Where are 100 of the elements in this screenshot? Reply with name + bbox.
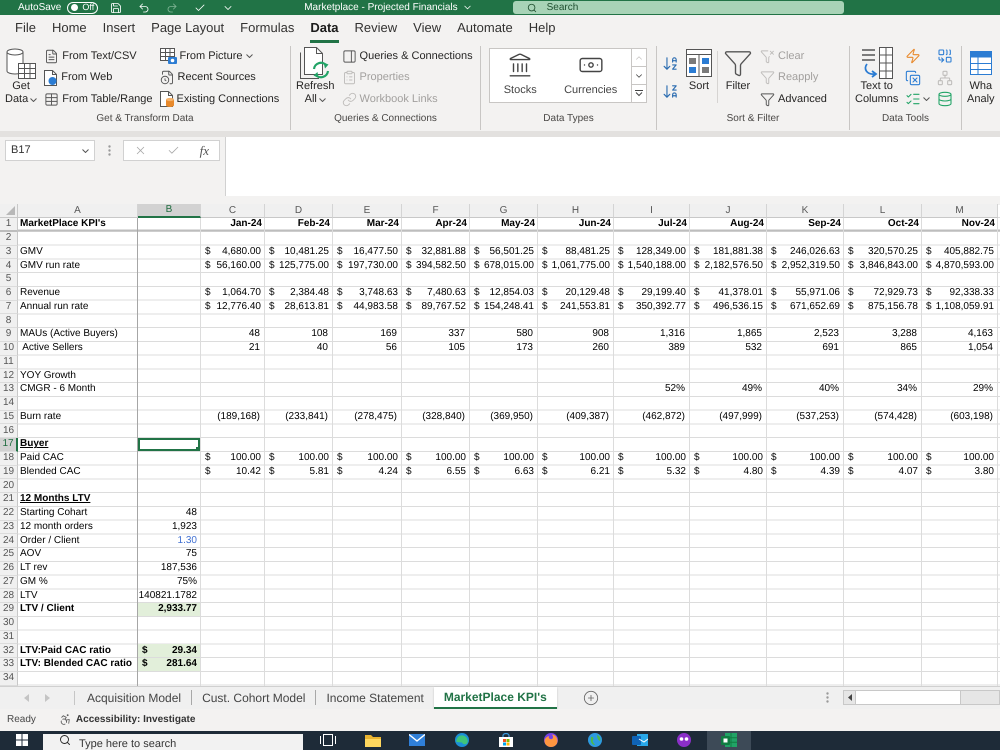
- row-header[interactable]: 4: [0, 259, 18, 273]
- row-header[interactable]: 34: [0, 672, 18, 686]
- active-cell[interactable]: [138, 438, 200, 451]
- ribbon-button[interactable]: Recent Sources: [158, 68, 282, 88]
- cell-value: 678,015.00: [484, 260, 534, 271]
- horizontal-scrollbar[interactable]: [843, 690, 1000, 705]
- ribbon-tab[interactable]: Insert: [94, 17, 144, 43]
- row-header[interactable]: 3: [0, 246, 18, 260]
- row-header[interactable]: 22: [0, 506, 18, 520]
- row-header[interactable]: 14: [0, 396, 18, 410]
- name-box[interactable]: B17: [5, 140, 95, 161]
- checkmark-icon[interactable]: [194, 2, 206, 14]
- currency-symbol: $: [406, 453, 412, 464]
- column-header[interactable]: H: [538, 204, 614, 218]
- accessibility-button[interactable]: Accessibility: Investigate: [58, 712, 196, 727]
- column-header[interactable]: E: [333, 204, 402, 218]
- column-header[interactable]: M: [922, 204, 998, 218]
- insert-function-button[interactable]: fx: [200, 144, 210, 157]
- row-header[interactable]: 10: [0, 342, 18, 356]
- row-header[interactable]: 25: [0, 548, 18, 562]
- ribbon-tab[interactable]: Page Layout: [143, 17, 232, 43]
- row-header[interactable]: 18: [0, 452, 18, 466]
- currency-symbol: $: [926, 260, 932, 271]
- row-header[interactable]: 24: [0, 534, 18, 548]
- gallery-item[interactable]: Stocks: [502, 52, 539, 99]
- ribbon-button[interactable]: From Web: [42, 68, 155, 88]
- row-header[interactable]: 30: [0, 616, 18, 630]
- column-header[interactable]: I: [614, 204, 690, 218]
- ribbon-button[interactable]: From Table/Range: [42, 89, 155, 109]
- row-header[interactable]: 9: [0, 328, 18, 342]
- column-header[interactable]: C: [201, 204, 265, 218]
- row-header[interactable]: 31: [0, 630, 18, 644]
- ribbon-button[interactable]: Sort: [684, 46, 714, 109]
- caret-left-icon[interactable]: [848, 694, 852, 701]
- ribbon-button[interactable]: Wha Analy: [965, 46, 997, 109]
- search-icon: [59, 734, 71, 746]
- taskbar-button[interactable]: [706, 730, 751, 750]
- column-header[interactable]: J: [690, 204, 767, 218]
- ribbon-tab[interactable]: Home: [44, 17, 95, 43]
- row-header[interactable]: 1: [0, 218, 18, 232]
- row-header[interactable]: 28: [0, 589, 18, 603]
- ribbon-tab[interactable]: Automate: [449, 17, 521, 43]
- table-cell-text: 1,054: [966, 342, 994, 354]
- row-header[interactable]: 23: [0, 520, 18, 534]
- save-icon[interactable]: [110, 2, 122, 14]
- row-header[interactable]: 20: [0, 479, 18, 493]
- ribbon-button[interactable]: Queries & Connections: [340, 46, 475, 66]
- add-sheet-button[interactable]: [582, 690, 599, 706]
- ribbon-tab[interactable]: Review: [346, 17, 406, 43]
- column-header[interactable]: F: [402, 204, 470, 218]
- ribbon-button[interactable]: Existing Connections: [158, 89, 282, 109]
- row-header[interactable]: 6: [0, 286, 18, 300]
- search-field[interactable]: Type here to search: [43, 734, 303, 750]
- formula-input[interactable]: [225, 137, 1000, 196]
- row-header[interactable]: 16: [0, 424, 18, 438]
- row-header[interactable]: 32: [0, 644, 18, 658]
- column-header[interactable]: D: [265, 204, 333, 218]
- column-header[interactable]: G: [470, 204, 538, 218]
- autosave-toggle[interactable]: Off: [67, 2, 98, 14]
- sheet-tab[interactable]: Acquisition Model: [77, 686, 192, 708]
- cell-value: 29,199.40: [642, 288, 686, 298]
- row-header[interactable]: 15: [0, 410, 18, 424]
- column-header[interactable]: B: [138, 204, 201, 218]
- row-header[interactable]: 8: [0, 314, 18, 328]
- ribbon-button[interactable]: From Text/CSV: [42, 46, 155, 66]
- windows-logo-icon[interactable]: [16, 734, 28, 746]
- ribbon-button[interactable]: Filter: [721, 46, 755, 109]
- sheet-tab[interactable]: Income Statement: [316, 686, 434, 708]
- column-header[interactable]: K: [767, 204, 844, 218]
- ribbon-button[interactable]: Refresh All: [294, 46, 337, 109]
- row-header[interactable]: 11: [0, 356, 18, 370]
- row-header[interactable]: 17: [0, 438, 18, 452]
- row-header[interactable]: 19: [0, 466, 18, 480]
- ribbon-tab[interactable]: View: [405, 17, 450, 43]
- ribbon-button[interactable]: Text to Columns: [853, 46, 900, 109]
- column-header[interactable]: L: [844, 204, 922, 218]
- row-header[interactable]: 12: [0, 369, 18, 383]
- status-text: Ready: [7, 713, 36, 727]
- ribbon-button[interactable]: From Picture: [158, 46, 282, 66]
- ribbon-button[interactable]: Get Data: [3, 46, 40, 109]
- row-header[interactable]: 13: [0, 383, 18, 397]
- row-header[interactable]: 29: [0, 603, 18, 617]
- sheet-tab[interactable]: MarketPlace KPI's: [434, 686, 557, 708]
- row-header[interactable]: 26: [0, 562, 18, 576]
- row-header[interactable]: 33: [0, 658, 18, 672]
- search-field[interactable]: Search: [512, 1, 844, 14]
- undo-icon[interactable]: [138, 2, 150, 14]
- ribbon-tab[interactable]: Help: [520, 17, 564, 43]
- sheet-tab[interactable]: Cust. Cohort Model: [192, 686, 316, 708]
- text-columns-icon: [860, 47, 893, 79]
- ribbon-tab[interactable]: File: [7, 17, 44, 43]
- row-header[interactable]: 7: [0, 300, 18, 314]
- row-header[interactable]: 5: [0, 273, 18, 287]
- row-header[interactable]: 2: [0, 232, 18, 246]
- column-header[interactable]: A: [18, 204, 138, 218]
- row-header[interactable]: 27: [0, 576, 18, 590]
- ribbon-button[interactable]: Advanced: [758, 89, 829, 109]
- gallery-item[interactable]: Currencies: [562, 52, 620, 99]
- row-header[interactable]: 21: [0, 493, 18, 507]
- ribbon-tab[interactable]: Formulas: [232, 17, 302, 43]
